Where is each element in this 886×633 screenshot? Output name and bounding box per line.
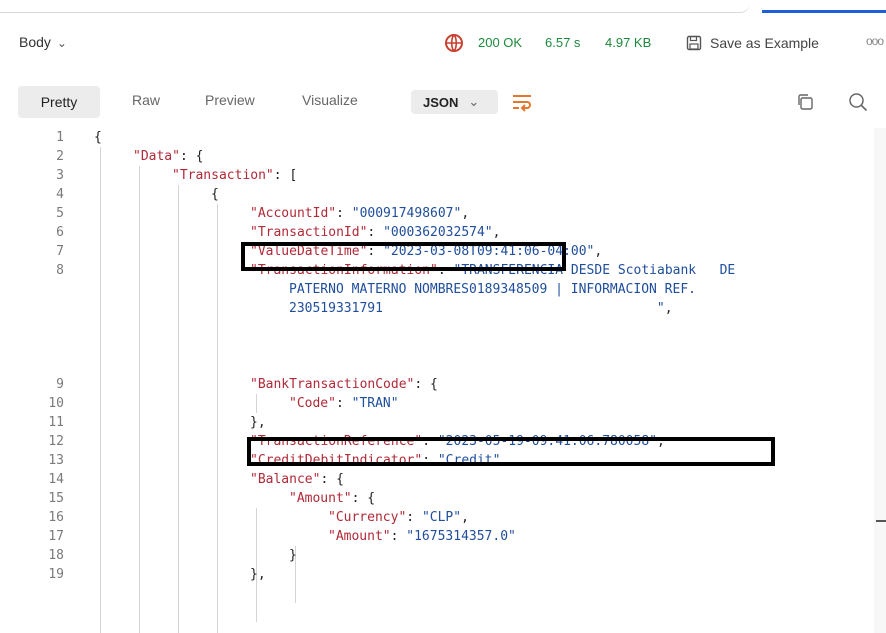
code-line: 4 { bbox=[0, 185, 886, 204]
code-line: 11 }, bbox=[0, 413, 886, 432]
line-number: 19 bbox=[48, 567, 64, 582]
line-number: 11 bbox=[48, 415, 64, 430]
more-options-icon[interactable]: ooo bbox=[866, 34, 884, 48]
code-line: 15 "Amount": { bbox=[0, 489, 886, 508]
code-line: 19 }, bbox=[0, 565, 886, 584]
line-number: 8 bbox=[56, 263, 64, 278]
code-text: "AccountId": "000917498607", bbox=[250, 206, 470, 221]
line-number: 10 bbox=[48, 396, 64, 411]
line-number: 15 bbox=[48, 491, 64, 506]
line-number: 1 bbox=[56, 130, 64, 145]
code-line: PATERNO MATERNO NOMBRES0189348509 | INFO… bbox=[0, 280, 886, 299]
copy-icon[interactable] bbox=[796, 93, 814, 111]
response-view-tabs: Pretty Raw Preview Visualize JSON ⌄ bbox=[0, 86, 886, 118]
line-number: 14 bbox=[48, 472, 64, 487]
wrap-lines-icon[interactable] bbox=[511, 92, 533, 112]
json-code-editor[interactable]: 1 { 2 "Data": { 3 "Transaction": [ 4 { 5… bbox=[0, 128, 886, 633]
line-number: 13 bbox=[48, 453, 64, 468]
format-dropdown[interactable]: JSON ⌄ bbox=[411, 90, 498, 114]
code-text: "Code": "TRAN" bbox=[289, 396, 399, 411]
code-text: { bbox=[94, 130, 102, 145]
editor-scroll-gutter[interactable] bbox=[874, 128, 886, 633]
code-text: }, bbox=[250, 415, 266, 430]
code-line: 18 } bbox=[0, 546, 886, 565]
code-text: "Balance": { bbox=[250, 472, 344, 487]
code-text: "Amount": "1675314357.0" bbox=[328, 529, 516, 544]
code-text: "Amount": { bbox=[289, 491, 376, 506]
line-number: 7 bbox=[56, 244, 64, 259]
line-number: 4 bbox=[56, 187, 64, 202]
tab-raw[interactable]: Raw bbox=[132, 92, 160, 108]
response-bar: Body ⌄ 200 OK 6.57 s 4.97 KB Save as Exam… bbox=[0, 32, 886, 58]
line-number: 12 bbox=[48, 434, 64, 449]
tab-visualize[interactable]: Visualize bbox=[302, 92, 358, 108]
code-text: "Transaction": [ bbox=[172, 168, 298, 183]
line-number: 16 bbox=[48, 510, 64, 525]
highlight-box-transaction-id bbox=[241, 242, 566, 271]
code-line: 14 "Balance": { bbox=[0, 470, 886, 489]
format-label: JSON bbox=[423, 94, 459, 110]
line-number: 17 bbox=[48, 529, 64, 544]
response-size[interactable]: 4.97 KB bbox=[605, 35, 651, 50]
line-number: 5 bbox=[56, 206, 64, 221]
code-text: }, bbox=[250, 567, 266, 582]
tab-preview[interactable]: Preview bbox=[205, 92, 255, 108]
code-line: 16 "Currency": "CLP", bbox=[0, 508, 886, 527]
code-line: 10 "Code": "TRAN" bbox=[0, 394, 886, 413]
request-tab-strip bbox=[0, 0, 886, 14]
code-line: 1 { bbox=[0, 128, 886, 147]
code-line: 17 "Amount": "1675314357.0" bbox=[0, 527, 886, 546]
code-line: 230519331791 ", bbox=[0, 299, 886, 318]
line-number: 3 bbox=[56, 168, 64, 183]
body-label: Body bbox=[19, 34, 51, 50]
scroll-marker bbox=[876, 520, 886, 522]
line-number: 2 bbox=[56, 149, 64, 164]
code-text: "BankTransactionCode": { bbox=[250, 377, 438, 392]
body-dropdown[interactable]: Body ⌄ bbox=[19, 34, 67, 50]
highlight-box-transaction-reference bbox=[247, 437, 775, 466]
line-number: 18 bbox=[48, 548, 64, 563]
code-text: "Currency": "CLP", bbox=[328, 510, 469, 525]
code-line: 6 "TransactionId": "000362032574", bbox=[0, 223, 886, 242]
tab-divider bbox=[0, 0, 750, 13]
active-tab-indicator[interactable] bbox=[762, 10, 886, 13]
globe-network-icon[interactable] bbox=[444, 33, 464, 53]
response-time[interactable]: 6.57 s bbox=[545, 35, 580, 50]
code-line: 3 "Transaction": [ bbox=[0, 166, 886, 185]
code-text: "TransactionId": "000362032574", bbox=[250, 225, 501, 240]
code-line: 9 "BankTransactionCode": { bbox=[0, 375, 886, 394]
code-text: { bbox=[211, 187, 219, 202]
save-icon bbox=[686, 35, 702, 51]
tab-pretty[interactable]: Pretty bbox=[18, 86, 100, 118]
code-text: } bbox=[289, 548, 297, 563]
code-text: PATERNO MATERNO NOMBRES0189348509 | INFO… bbox=[289, 282, 696, 297]
line-number: 9 bbox=[56, 377, 64, 392]
chevron-down-icon: ⌄ bbox=[56, 36, 67, 50]
code-line: 5 "AccountId": "000917498607", bbox=[0, 204, 886, 223]
code-line: 2 "Data": { bbox=[0, 147, 886, 166]
line-number: 6 bbox=[56, 225, 64, 240]
code-text: "Data": { bbox=[133, 149, 204, 164]
code-text: 230519331791 ", bbox=[289, 301, 673, 316]
chevron-down-icon: ⌄ bbox=[468, 94, 480, 109]
search-icon[interactable] bbox=[848, 92, 868, 112]
status-code[interactable]: 200 OK bbox=[478, 35, 522, 50]
save-as-example-button[interactable]: Save as Example bbox=[686, 32, 819, 54]
save-as-example-label: Save as Example bbox=[710, 35, 819, 51]
